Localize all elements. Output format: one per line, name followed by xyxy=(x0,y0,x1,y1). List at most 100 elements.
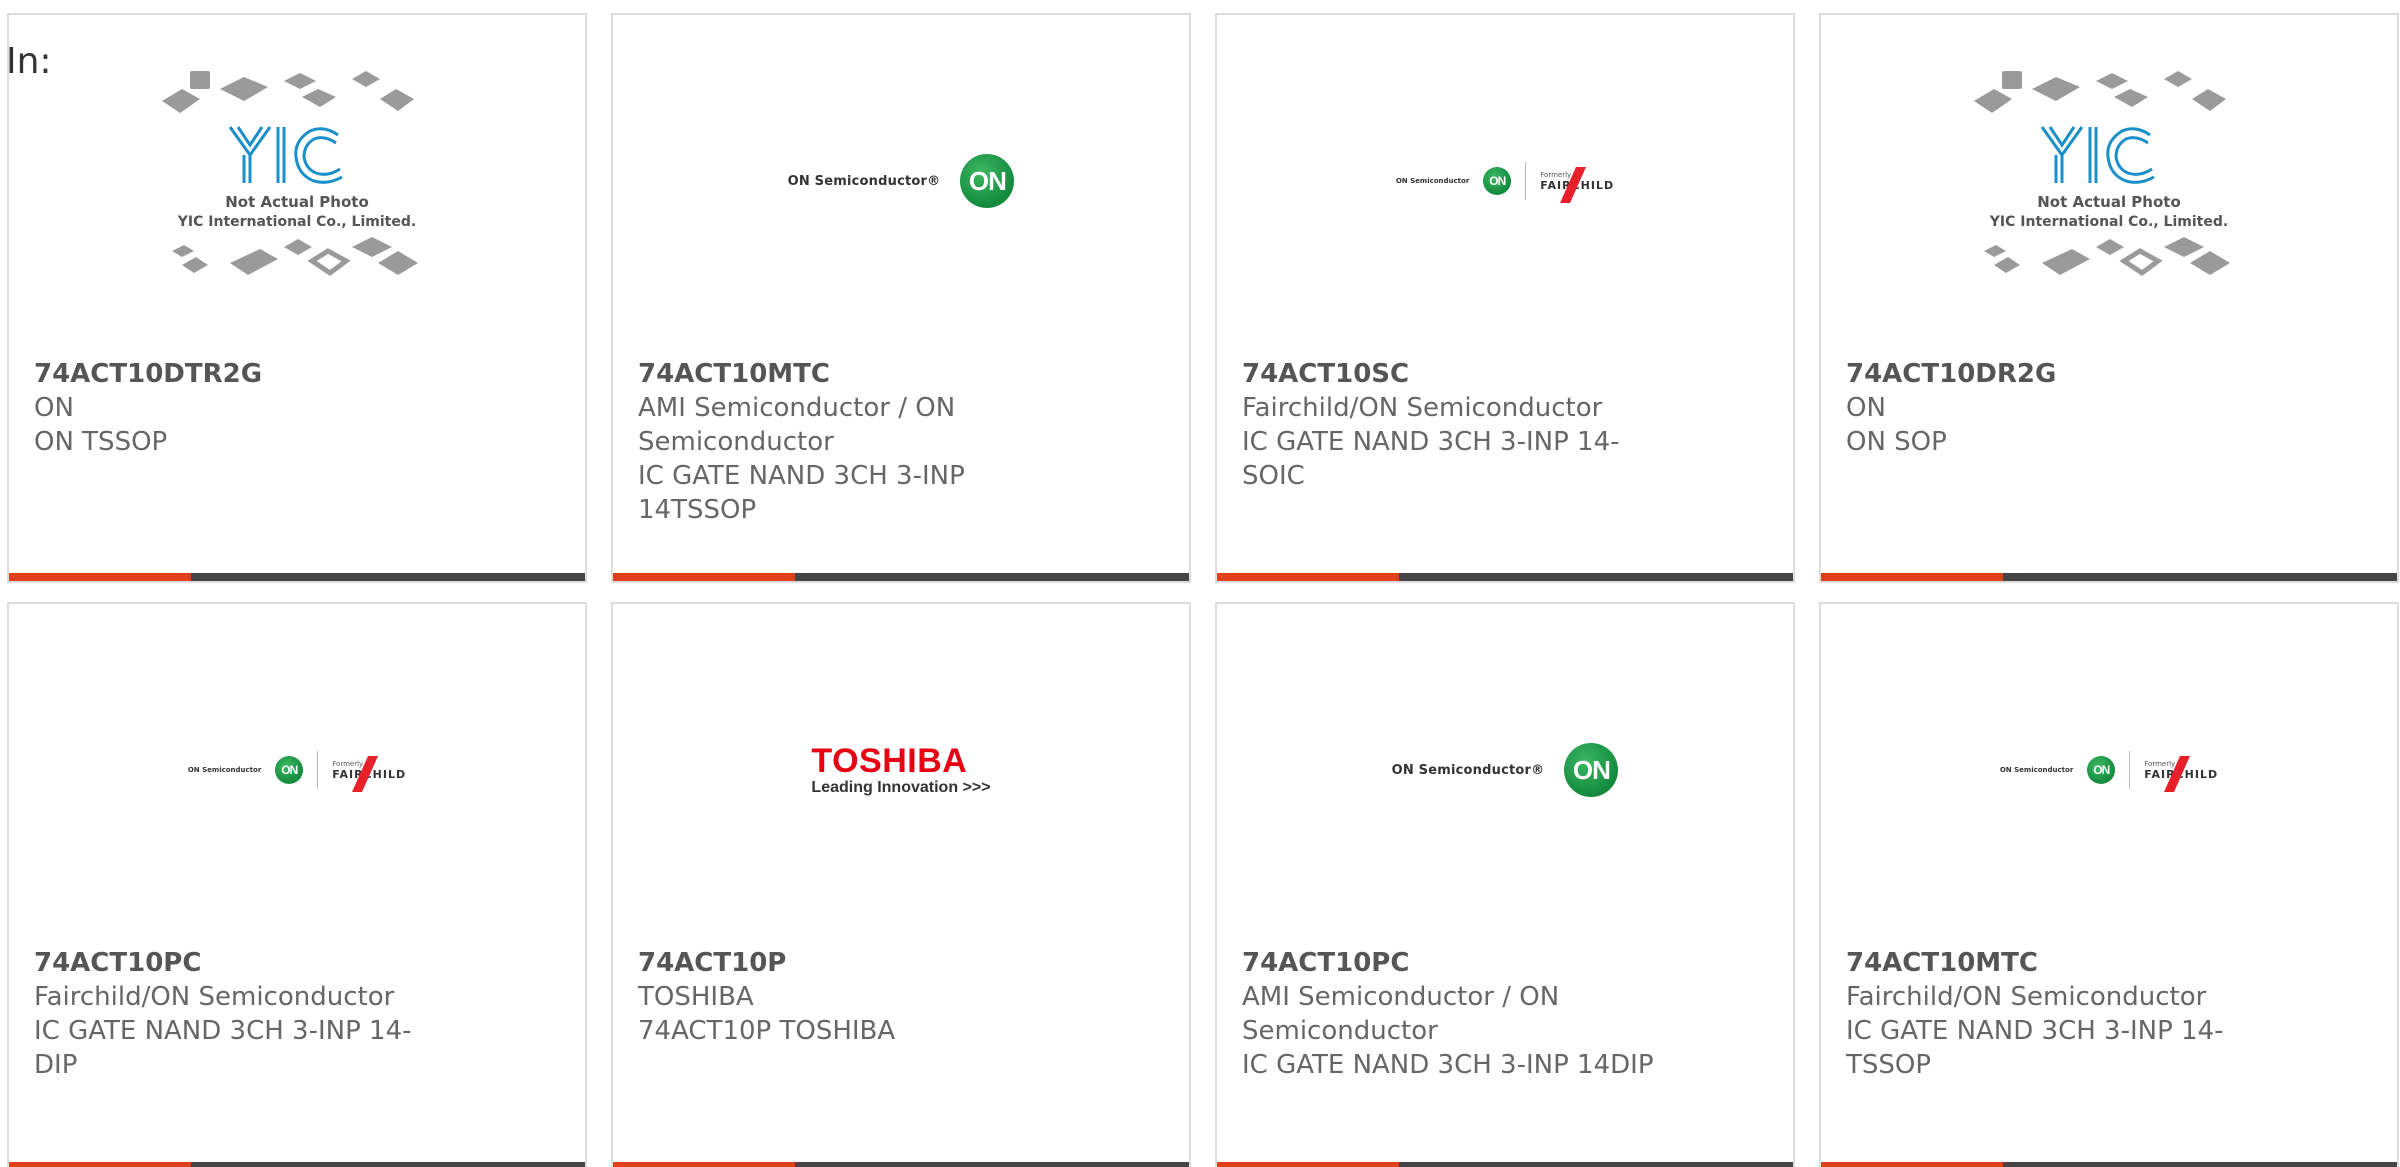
product-card[interactable]: ON Semiconductor ON Formerly FAIRCHILD 7… xyxy=(1215,13,1795,583)
description: 74ACT10P TOSHIBA xyxy=(638,1016,896,1046)
product-card[interactable]: ON Semiconductor® ON 74ACT10MTC AMI Semi… xyxy=(611,13,1191,583)
logo-divider xyxy=(317,751,319,789)
fairchild-logo: Formerly FAIRCHILD xyxy=(1540,166,1614,203)
card-bottom-bar xyxy=(613,1162,1189,1167)
on-semiconductor-logo: ON Semiconductor® ON xyxy=(788,154,1015,208)
product-image[interactable]: ON Semiconductor® ON xyxy=(613,15,1189,347)
part-number[interactable]: 74ACT10SC xyxy=(1242,357,1662,391)
on-logo-mark: ON xyxy=(960,154,1015,208)
manufacturer: Fairchild/ON Semiconductor xyxy=(1242,393,1603,423)
on-logo-mark: ON xyxy=(2087,756,2116,784)
card-accent-bar xyxy=(9,573,191,581)
on-logo-mark: ON xyxy=(1483,167,1512,195)
product-info: 74ACT10PC Fairchild/ON Semiconductor IC … xyxy=(34,946,454,1082)
card-bottom-bar xyxy=(1821,1162,2397,1167)
on-semiconductor-logo: ON Semiconductor® ON xyxy=(1392,743,1619,797)
yic-placeholder-image: Not Actual Photo YIC International Co., … xyxy=(1964,51,2254,311)
in-label: In: xyxy=(6,41,52,82)
toshiba-logo: TOSHIBA Leading Innovation >>> xyxy=(811,743,990,797)
product-info: 74ACT10PC AMI Semiconductor / ON Semicon… xyxy=(1242,946,1662,1082)
product-card[interactable]: Not Actual Photo YIC International Co., … xyxy=(1819,13,2399,583)
product-info: 74ACT10P TOSHIBA 74ACT10P TOSHIBA xyxy=(638,946,1058,1048)
product-card[interactable]: Not Actual Photo YIC International Co., … xyxy=(7,13,587,583)
on-logo-mark: ON xyxy=(1564,743,1619,797)
manufacturer: Fairchild/ON Semiconductor xyxy=(34,982,395,1012)
description: ON TSSOP xyxy=(34,427,168,457)
card-accent-bar xyxy=(613,1162,795,1167)
card-accent-bar xyxy=(1217,1162,1399,1167)
product-card[interactable]: ON Semiconductor ON Formerly FAIRCHILD 7… xyxy=(7,602,587,1167)
manufacturer: ON xyxy=(34,393,74,423)
toshiba-logo-name: TOSHIBA xyxy=(811,742,968,780)
card-bottom-bar xyxy=(9,1162,585,1167)
on-logo-text: ON Semiconductor xyxy=(187,766,262,774)
card-accent-bar xyxy=(1821,1162,2003,1167)
card-bottom-bar xyxy=(1217,1162,1793,1167)
product-image[interactable]: TOSHIBA Leading Innovation >>> xyxy=(613,604,1189,936)
manufacturer: TOSHIBA xyxy=(638,982,754,1012)
product-info: 74ACT10DTR2G ON ON TSSOP xyxy=(34,357,454,459)
fairchild-slash-icon xyxy=(1560,166,1587,203)
product-info: 74ACT10MTC AMI Semiconductor / ON Semico… xyxy=(638,357,1058,527)
card-accent-bar xyxy=(613,573,795,581)
card-accent-bar xyxy=(1217,573,1399,581)
manufacturer: ON xyxy=(1846,393,1886,423)
fairchild-logo: Formerly FAIRCHILD xyxy=(2144,755,2218,792)
manufacturer: AMI Semiconductor / ON Semiconductor xyxy=(638,393,956,457)
description: IC GATE NAND 3CH 3-INP 14-DIP xyxy=(34,1016,412,1080)
description: ON SOP xyxy=(1846,427,1947,457)
product-card[interactable]: ON Semiconductor® ON 74ACT10PC AMI Semic… xyxy=(1215,602,1795,1167)
product-image[interactable]: Not Actual Photo YIC International Co., … xyxy=(1821,15,2397,347)
card-bottom-bar xyxy=(1217,573,1793,581)
card-bottom-bar xyxy=(1821,573,2397,581)
description: IC GATE NAND 3CH 3-INP 14-SOIC xyxy=(1242,427,1620,491)
part-number[interactable]: 74ACT10MTC xyxy=(1846,946,2266,980)
product-info: 74ACT10SC Fairchild/ON Semiconductor IC … xyxy=(1242,357,1662,493)
product-info: 74ACT10MTC Fairchild/ON Semiconductor IC… xyxy=(1846,946,2266,1082)
toshiba-logo-tagline: Leading Innovation >>> xyxy=(811,779,991,796)
card-accent-bar xyxy=(1821,573,2003,581)
description: IC GATE NAND 3CH 3-INP 14-TSSOP xyxy=(1846,1016,2224,1080)
on-logo-text: ON Semiconductor® xyxy=(1391,762,1545,778)
part-number[interactable]: 74ACT10PC xyxy=(1242,946,1662,980)
on-fairchild-logo: ON Semiconductor ON Formerly FAIRCHILD xyxy=(1395,162,1614,203)
product-image[interactable]: Not Actual Photo YIC International Co., … xyxy=(9,15,585,347)
yic-caption-1: Not Actual Photo xyxy=(225,193,369,211)
part-number[interactable]: 74ACT10PC xyxy=(34,946,454,980)
on-logo-text: ON Semiconductor xyxy=(1999,766,2074,774)
product-image[interactable]: ON Semiconductor ON Formerly FAIRCHILD xyxy=(1821,604,2397,936)
product-card[interactable]: TOSHIBA Leading Innovation >>> 74ACT10P … xyxy=(611,602,1191,1167)
product-listing-page: In: Not Actual Photo YIC International C… xyxy=(0,0,2400,1167)
description: IC GATE NAND 3CH 3-INP 14TSSOP xyxy=(638,461,965,525)
yic-placeholder-image: Not Actual Photo YIC International Co., … xyxy=(152,51,442,311)
on-logo-text: ON Semiconductor® xyxy=(787,173,941,189)
part-number[interactable]: 74ACT10DR2G xyxy=(1846,357,2266,391)
description: IC GATE NAND 3CH 3-INP 14DIP xyxy=(1242,1050,1654,1080)
manufacturer: Fairchild/ON Semiconductor xyxy=(1846,982,2207,1012)
on-logo-mark: ON xyxy=(275,756,304,784)
on-fairchild-logo: ON Semiconductor ON Formerly FAIRCHILD xyxy=(1999,751,2218,792)
product-card[interactable]: ON Semiconductor ON Formerly FAIRCHILD 7… xyxy=(1819,602,2399,1167)
manufacturer: AMI Semiconductor / ON Semiconductor xyxy=(1242,982,1560,1046)
logo-divider xyxy=(2129,751,2131,789)
part-number[interactable]: 74ACT10DTR2G xyxy=(34,357,454,391)
fairchild-slash-icon xyxy=(2164,755,2191,792)
product-image[interactable]: ON Semiconductor® ON xyxy=(1217,604,1793,936)
yic-caption-2: YIC International Co., Limited. xyxy=(177,214,416,230)
part-number[interactable]: 74ACT10P xyxy=(638,946,1058,980)
part-number[interactable]: 74ACT10MTC xyxy=(638,357,1058,391)
logo-divider xyxy=(1525,162,1527,200)
yic-caption-1: Not Actual Photo xyxy=(2037,193,2181,211)
on-logo-text: ON Semiconductor xyxy=(1395,177,1470,185)
product-image[interactable]: ON Semiconductor ON Formerly FAIRCHILD xyxy=(9,604,585,936)
fairchild-slash-icon xyxy=(352,755,379,792)
yic-caption-2: YIC International Co., Limited. xyxy=(1989,214,2228,230)
on-fairchild-logo: ON Semiconductor ON Formerly FAIRCHILD xyxy=(187,751,406,792)
card-bottom-bar xyxy=(9,573,585,581)
card-bottom-bar xyxy=(613,573,1189,581)
fairchild-logo: Formerly FAIRCHILD xyxy=(332,755,406,792)
product-info: 74ACT10DR2G ON ON SOP xyxy=(1846,357,2266,459)
card-accent-bar xyxy=(9,1162,191,1167)
product-grid: Not Actual Photo YIC International Co., … xyxy=(7,13,2400,1167)
product-image[interactable]: ON Semiconductor ON Formerly FAIRCHILD xyxy=(1217,15,1793,347)
